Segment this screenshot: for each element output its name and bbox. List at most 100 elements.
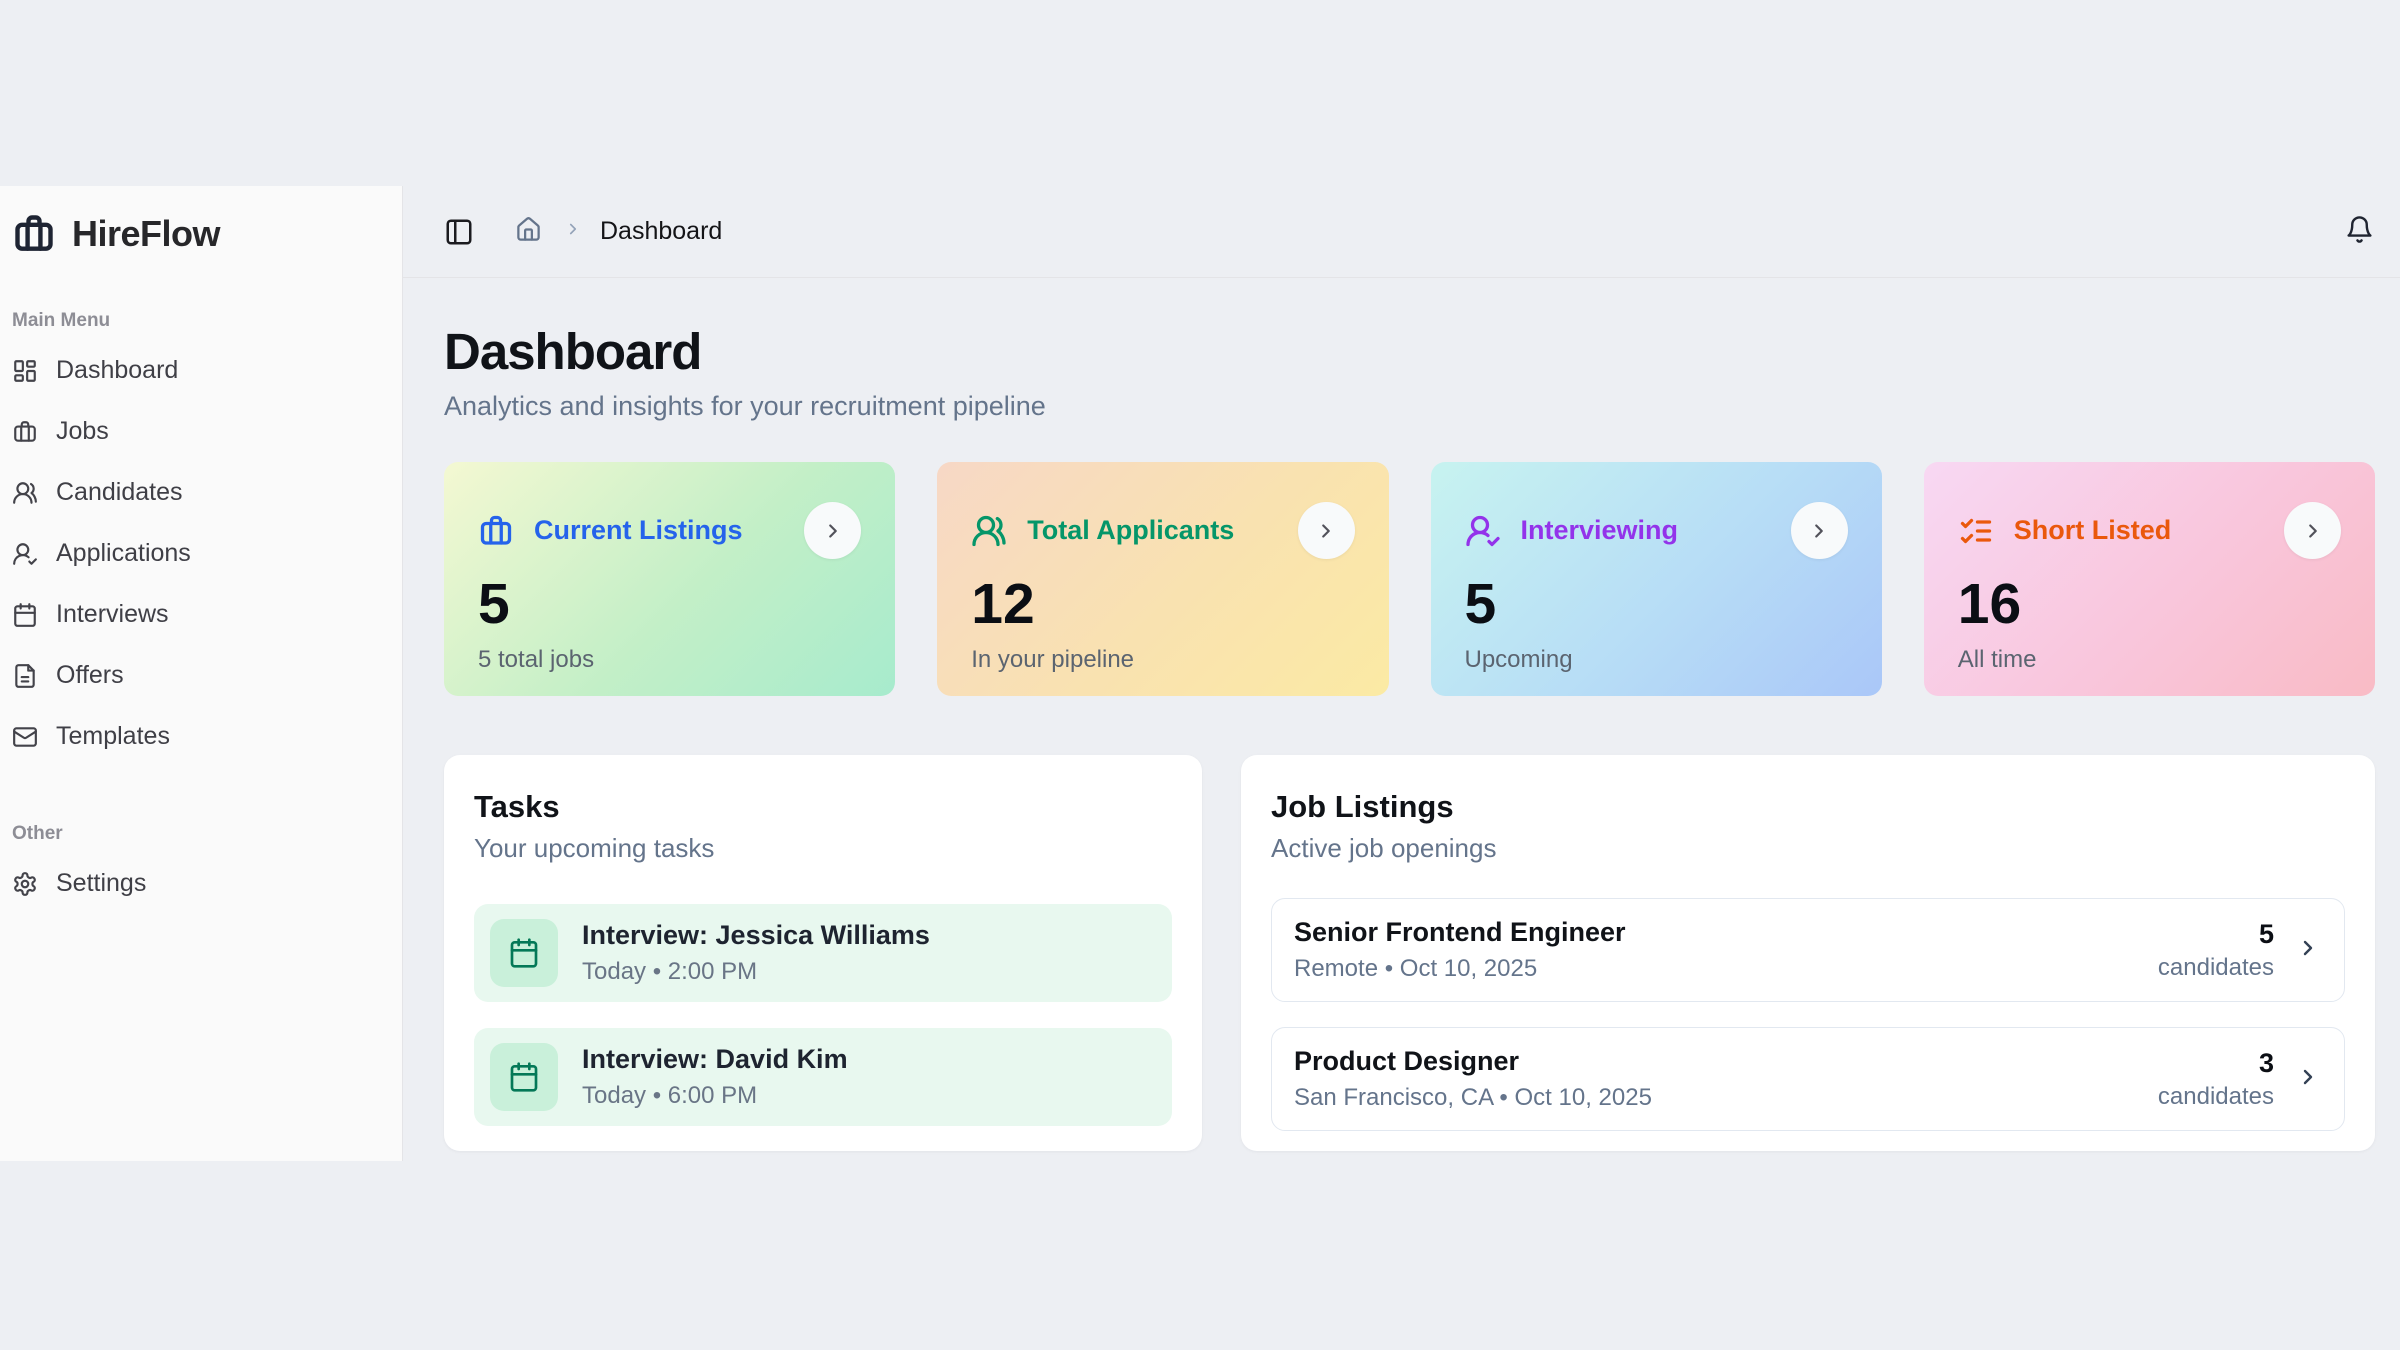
sidebar-item-label: Applications bbox=[56, 539, 191, 568]
job-list: Senior Frontend Engineer Remote • Oct 10… bbox=[1271, 898, 2345, 1131]
stat-sublabel: All time bbox=[1958, 646, 2341, 674]
sidebar-section-label: Other bbox=[8, 823, 388, 845]
bottom-panels: Tasks Your upcoming tasks Inter bbox=[444, 755, 2375, 1151]
breadcrumb bbox=[564, 220, 582, 243]
job-meta: San Francisco, CA • Oct 10, 2025 bbox=[1294, 1084, 1652, 1112]
stat-sublabel: 5 total jobs bbox=[478, 646, 861, 674]
stat-value: 5 bbox=[1465, 573, 1848, 636]
chevron-right-icon bbox=[1315, 520, 1337, 542]
breadcrumb-home-button[interactable] bbox=[515, 216, 542, 248]
users-icon bbox=[12, 480, 38, 506]
briefcase-icon bbox=[12, 419, 38, 445]
sidebar-item-label: Dashboard bbox=[56, 356, 178, 385]
stat-card-short-listed[interactable]: Short Listed 16 All time bbox=[1924, 462, 2375, 696]
page-subtitle: Analytics and insights for your recruitm… bbox=[444, 391, 2375, 422]
mail-icon bbox=[12, 724, 38, 750]
chevron-right-icon bbox=[2296, 1065, 2320, 1089]
page-title: Dashboard bbox=[444, 322, 2375, 381]
main-area: Dashboard Dashboard Analytics and insigh… bbox=[403, 186, 2400, 1161]
file-text-icon bbox=[12, 663, 38, 689]
gear-icon bbox=[12, 871, 38, 897]
bell-icon bbox=[2345, 215, 2374, 244]
sidebar-item-templates[interactable]: Templates bbox=[8, 706, 388, 767]
chevron-right-icon bbox=[2296, 936, 2320, 960]
sidebar-item-applications[interactable]: Applications bbox=[8, 523, 388, 584]
stat-open-button[interactable] bbox=[1791, 502, 1848, 559]
stat-card-total-applicants[interactable]: Total Applicants 12 In your pipeline bbox=[937, 462, 1388, 696]
sidebar-item-settings[interactable]: Settings bbox=[8, 853, 388, 914]
briefcase-logo-icon bbox=[12, 212, 56, 256]
stat-open-button[interactable] bbox=[1298, 502, 1355, 559]
sidebar-item-label: Settings bbox=[56, 869, 146, 898]
sidebar: HireFlow Main Menu Dashboard bbox=[0, 186, 403, 1161]
notifications-button[interactable] bbox=[2345, 215, 2374, 249]
sidebar-section-main: Main Menu Dashboard Jobs bbox=[8, 310, 388, 767]
sidebar-item-label: Templates bbox=[56, 722, 170, 751]
job-candidate-count: 5 bbox=[2158, 919, 2274, 950]
sidebar-item-offers[interactable]: Offers bbox=[8, 645, 388, 706]
sidebar-section-label: Main Menu bbox=[8, 310, 388, 332]
stat-sublabel: Upcoming bbox=[1465, 646, 1848, 674]
briefcase-icon bbox=[478, 513, 514, 549]
job-listings-panel: Job Listings Active job openings Senior … bbox=[1241, 755, 2375, 1151]
task-list: Interview: Jessica Williams Today • 2:00… bbox=[474, 904, 1172, 1126]
task-title: Interview: David Kim bbox=[582, 1044, 848, 1075]
sidebar-item-label: Offers bbox=[56, 661, 124, 690]
task-item[interactable]: Interview: Jessica Williams Today • 2:00… bbox=[474, 904, 1172, 1002]
tasks-title: Tasks bbox=[474, 789, 1172, 825]
user-check-icon bbox=[12, 541, 38, 567]
job-title: Senior Frontend Engineer bbox=[1294, 917, 1626, 948]
task-item[interactable]: Interview: David Kim Today • 6:00 PM bbox=[474, 1028, 1172, 1126]
job-title: Product Designer bbox=[1294, 1046, 1652, 1077]
chevron-right-icon bbox=[822, 520, 844, 542]
job-open-button[interactable] bbox=[2296, 936, 2320, 965]
stat-value: 12 bbox=[971, 573, 1354, 636]
stat-label: Short Listed bbox=[2014, 515, 2172, 546]
job-row[interactable]: Product Designer San Francisco, CA • Oct… bbox=[1271, 1027, 2345, 1131]
sidebar-item-jobs[interactable]: Jobs bbox=[8, 401, 388, 462]
task-meta: Today • 6:00 PM bbox=[582, 1082, 848, 1110]
sidebar-item-candidates[interactable]: Candidates bbox=[8, 462, 388, 523]
job-open-button[interactable] bbox=[2296, 1065, 2320, 1094]
sidebar-item-label: Candidates bbox=[56, 478, 182, 507]
sidebar-item-label: Interviews bbox=[56, 600, 169, 629]
sidebar-section-other: Other Settings bbox=[8, 823, 388, 914]
calendar-icon bbox=[508, 937, 540, 969]
task-title: Interview: Jessica Williams bbox=[582, 920, 930, 951]
job-meta: Remote • Oct 10, 2025 bbox=[1294, 955, 1626, 983]
sidebar-item-interviews[interactable]: Interviews bbox=[8, 584, 388, 645]
chevron-right-icon bbox=[2302, 520, 2324, 542]
sidebar-toggle-button[interactable] bbox=[444, 217, 474, 247]
sidebar-item-dashboard[interactable]: Dashboard bbox=[8, 340, 388, 401]
tasks-panel: Tasks Your upcoming tasks Inter bbox=[444, 755, 1202, 1151]
stats-row: Current Listings 5 5 total jobs bbox=[444, 462, 2375, 696]
stat-card-interviewing[interactable]: Interviewing 5 Upcoming bbox=[1431, 462, 1882, 696]
stat-value: 16 bbox=[1958, 573, 2341, 636]
calendar-icon bbox=[508, 1061, 540, 1093]
desktop-canvas: HireFlow Main Menu Dashboard bbox=[0, 0, 2400, 1350]
app-window: HireFlow Main Menu Dashboard bbox=[0, 186, 2400, 1161]
sidebar-item-label: Jobs bbox=[56, 417, 109, 446]
home-icon bbox=[515, 216, 542, 243]
stat-open-button[interactable] bbox=[2284, 502, 2341, 559]
brand-name: HireFlow bbox=[72, 213, 220, 255]
users-icon bbox=[971, 513, 1007, 549]
stat-sublabel: In your pipeline bbox=[971, 646, 1354, 674]
job-listings-title: Job Listings bbox=[1271, 789, 2345, 825]
stat-open-button[interactable] bbox=[804, 502, 861, 559]
job-candidate-count: 3 bbox=[2158, 1048, 2274, 1079]
job-candidate-count-label: candidates bbox=[2158, 954, 2274, 982]
tasks-subtitle: Your upcoming tasks bbox=[474, 833, 1172, 864]
task-meta: Today • 2:00 PM bbox=[582, 958, 930, 986]
job-row[interactable]: Senior Frontend Engineer Remote • Oct 10… bbox=[1271, 898, 2345, 1002]
task-calendar-tile bbox=[490, 1043, 558, 1111]
calendar-icon bbox=[12, 602, 38, 628]
stat-card-current-listings[interactable]: Current Listings 5 5 total jobs bbox=[444, 462, 895, 696]
job-listings-subtitle: Active job openings bbox=[1271, 833, 2345, 864]
stat-label: Interviewing bbox=[1521, 515, 1679, 546]
task-calendar-tile bbox=[490, 919, 558, 987]
stat-label: Current Listings bbox=[534, 515, 743, 546]
brand-logo: HireFlow bbox=[8, 212, 388, 256]
breadcrumb-current: Dashboard bbox=[600, 217, 722, 246]
list-checks-icon bbox=[1958, 513, 1994, 549]
